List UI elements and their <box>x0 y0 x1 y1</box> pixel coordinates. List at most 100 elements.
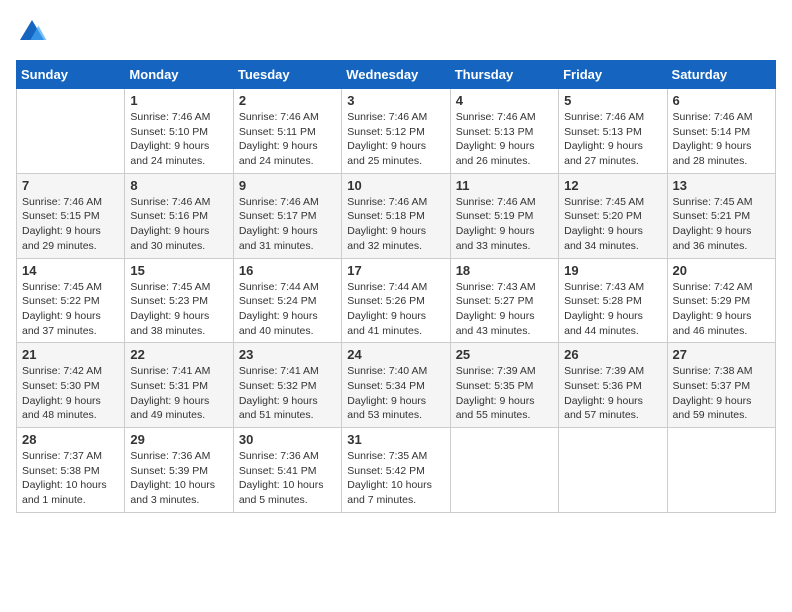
logo <box>16 16 52 48</box>
calendar-cell: 1 Sunrise: 7:46 AMSunset: 5:10 PMDaylight… <box>125 89 233 174</box>
calendar-cell: 8 Sunrise: 7:46 AMSunset: 5:16 PMDaylight… <box>125 173 233 258</box>
calendar-cell: 22 Sunrise: 7:41 AMSunset: 5:31 PMDayligh… <box>125 343 233 428</box>
day-number: 22 <box>130 347 227 362</box>
logo-icon <box>16 16 48 48</box>
calendar-cell: 13 Sunrise: 7:45 AMSunset: 5:21 PMDayligh… <box>667 173 775 258</box>
day-info: Sunrise: 7:46 AMSunset: 5:13 PMDaylight:… <box>564 110 661 169</box>
day-number: 5 <box>564 93 661 108</box>
day-number: 2 <box>239 93 336 108</box>
day-info: Sunrise: 7:44 AMSunset: 5:24 PMDaylight:… <box>239 280 336 339</box>
day-info: Sunrise: 7:46 AMSunset: 5:17 PMDaylight:… <box>239 195 336 254</box>
calendar-cell: 31 Sunrise: 7:35 AMSunset: 5:42 PMDayligh… <box>342 428 450 513</box>
day-info: Sunrise: 7:44 AMSunset: 5:26 PMDaylight:… <box>347 280 444 339</box>
calendar-week-1: 1 Sunrise: 7:46 AMSunset: 5:10 PMDaylight… <box>17 89 776 174</box>
day-number: 12 <box>564 178 661 193</box>
calendar-week-2: 7 Sunrise: 7:46 AMSunset: 5:15 PMDaylight… <box>17 173 776 258</box>
day-number: 8 <box>130 178 227 193</box>
day-number: 18 <box>456 263 553 278</box>
calendar-cell: 9Sunrise: 7:46 AMSunset: 5:17 PMDaylight… <box>233 173 341 258</box>
day-info: Sunrise: 7:42 AMSunset: 5:29 PMDaylight:… <box>673 280 770 339</box>
day-number: 21 <box>22 347 119 362</box>
day-number: 15 <box>130 263 227 278</box>
day-number: 4 <box>456 93 553 108</box>
calendar-week-5: 28Sunrise: 7:37 AMSunset: 5:38 PMDayligh… <box>17 428 776 513</box>
day-info: Sunrise: 7:45 AMSunset: 5:20 PMDaylight:… <box>564 195 661 254</box>
day-number: 3 <box>347 93 444 108</box>
calendar-table: SundayMondayTuesdayWednesdayThursdayFrid… <box>16 60 776 513</box>
calendar-cell: 20 Sunrise: 7:42 AMSunset: 5:29 PMDayligh… <box>667 258 775 343</box>
calendar-cell: 27 Sunrise: 7:38 AMSunset: 5:37 PMDayligh… <box>667 343 775 428</box>
day-info: Sunrise: 7:46 AMSunset: 5:15 PMDaylight:… <box>22 195 119 254</box>
calendar-cell <box>450 428 558 513</box>
day-number: 31 <box>347 432 444 447</box>
day-info: Sunrise: 7:46 AMSunset: 5:14 PMDaylight:… <box>673 110 770 169</box>
day-info: Sunrise: 7:41 AMSunset: 5:32 PMDaylight:… <box>239 364 336 423</box>
day-number: 10 <box>347 178 444 193</box>
calendar-cell: 19 Sunrise: 7:43 AMSunset: 5:28 PMDayligh… <box>559 258 667 343</box>
calendar-cell: 25Sunrise: 7:39 AMSunset: 5:35 PMDayligh… <box>450 343 558 428</box>
day-info: Sunrise: 7:35 AMSunset: 5:42 PMDaylight:… <box>347 449 444 508</box>
calendar-cell: 5 Sunrise: 7:46 AMSunset: 5:13 PMDaylight… <box>559 89 667 174</box>
day-info: Sunrise: 7:41 AMSunset: 5:31 PMDaylight:… <box>130 364 227 423</box>
day-number: 17 <box>347 263 444 278</box>
day-number: 19 <box>564 263 661 278</box>
day-number: 25 <box>456 347 553 362</box>
day-info: Sunrise: 7:42 AMSunset: 5:30 PMDaylight:… <box>22 364 119 423</box>
day-number: 14 <box>22 263 119 278</box>
day-info: Sunrise: 7:46 AMSunset: 5:19 PMDaylight:… <box>456 195 553 254</box>
day-info: Sunrise: 7:46 AMSunset: 5:11 PMDaylight:… <box>239 110 336 169</box>
day-info: Sunrise: 7:46 AMSunset: 5:10 PMDaylight:… <box>130 110 227 169</box>
day-info: Sunrise: 7:36 AMSunset: 5:39 PMDaylight:… <box>130 449 227 508</box>
day-number: 1 <box>130 93 227 108</box>
day-number: 29 <box>130 432 227 447</box>
calendar-cell: 12 Sunrise: 7:45 AMSunset: 5:20 PMDayligh… <box>559 173 667 258</box>
calendar-week-3: 14 Sunrise: 7:45 AMSunset: 5:22 PMDayligh… <box>17 258 776 343</box>
day-info: Sunrise: 7:43 AMSunset: 5:28 PMDaylight:… <box>564 280 661 339</box>
calendar-cell: 2 Sunrise: 7:46 AMSunset: 5:11 PMDaylight… <box>233 89 341 174</box>
day-info: Sunrise: 7:39 AMSunset: 5:36 PMDaylight:… <box>564 364 661 423</box>
calendar-cell <box>17 89 125 174</box>
calendar-cell: 6 Sunrise: 7:46 AMSunset: 5:14 PMDaylight… <box>667 89 775 174</box>
header-day-saturday: Saturday <box>667 61 775 89</box>
day-number: 11 <box>456 178 553 193</box>
calendar-cell: 30Sunrise: 7:36 AMSunset: 5:41 PMDayligh… <box>233 428 341 513</box>
header-day-tuesday: Tuesday <box>233 61 341 89</box>
calendar-cell: 11 Sunrise: 7:46 AMSunset: 5:19 PMDayligh… <box>450 173 558 258</box>
day-info: Sunrise: 7:38 AMSunset: 5:37 PMDaylight:… <box>673 364 770 423</box>
day-number: 20 <box>673 263 770 278</box>
day-info: Sunrise: 7:45 AMSunset: 5:21 PMDaylight:… <box>673 195 770 254</box>
calendar-cell: 10 Sunrise: 7:46 AMSunset: 5:18 PMDayligh… <box>342 173 450 258</box>
calendar-cell <box>667 428 775 513</box>
day-info: Sunrise: 7:46 AMSunset: 5:13 PMDaylight:… <box>456 110 553 169</box>
calendar-week-4: 21 Sunrise: 7:42 AMSunset: 5:30 PMDayligh… <box>17 343 776 428</box>
day-info: Sunrise: 7:45 AMSunset: 5:23 PMDaylight:… <box>130 280 227 339</box>
calendar-cell: 7 Sunrise: 7:46 AMSunset: 5:15 PMDaylight… <box>17 173 125 258</box>
day-number: 27 <box>673 347 770 362</box>
day-number: 13 <box>673 178 770 193</box>
calendar-cell: 21 Sunrise: 7:42 AMSunset: 5:30 PMDayligh… <box>17 343 125 428</box>
calendar-cell: 18 Sunrise: 7:43 AMSunset: 5:27 PMDayligh… <box>450 258 558 343</box>
header-day-thursday: Thursday <box>450 61 558 89</box>
day-info: Sunrise: 7:46 AMSunset: 5:12 PMDaylight:… <box>347 110 444 169</box>
calendar-cell: 3 Sunrise: 7:46 AMSunset: 5:12 PMDaylight… <box>342 89 450 174</box>
header-day-sunday: Sunday <box>17 61 125 89</box>
calendar-cell: 24Sunrise: 7:40 AMSunset: 5:34 PMDayligh… <box>342 343 450 428</box>
calendar-cell: 4 Sunrise: 7:46 AMSunset: 5:13 PMDaylight… <box>450 89 558 174</box>
day-info: Sunrise: 7:46 AMSunset: 5:18 PMDaylight:… <box>347 195 444 254</box>
calendar-cell: 17 Sunrise: 7:44 AMSunset: 5:26 PMDayligh… <box>342 258 450 343</box>
day-number: 6 <box>673 93 770 108</box>
day-info: Sunrise: 7:37 AMSunset: 5:38 PMDaylight:… <box>22 449 119 508</box>
calendar-cell <box>559 428 667 513</box>
day-number: 7 <box>22 178 119 193</box>
day-info: Sunrise: 7:45 AMSunset: 5:22 PMDaylight:… <box>22 280 119 339</box>
day-info: Sunrise: 7:40 AMSunset: 5:34 PMDaylight:… <box>347 364 444 423</box>
calendar-cell: 16 Sunrise: 7:44 AMSunset: 5:24 PMDayligh… <box>233 258 341 343</box>
day-number: 16 <box>239 263 336 278</box>
calendar-header-row: SundayMondayTuesdayWednesdayThursdayFrid… <box>17 61 776 89</box>
calendar-cell: 14 Sunrise: 7:45 AMSunset: 5:22 PMDayligh… <box>17 258 125 343</box>
header-day-friday: Friday <box>559 61 667 89</box>
day-number: 26 <box>564 347 661 362</box>
day-info: Sunrise: 7:43 AMSunset: 5:27 PMDaylight:… <box>456 280 553 339</box>
day-info: Sunrise: 7:46 AMSunset: 5:16 PMDaylight:… <box>130 195 227 254</box>
day-info: Sunrise: 7:36 AMSunset: 5:41 PMDaylight:… <box>239 449 336 508</box>
